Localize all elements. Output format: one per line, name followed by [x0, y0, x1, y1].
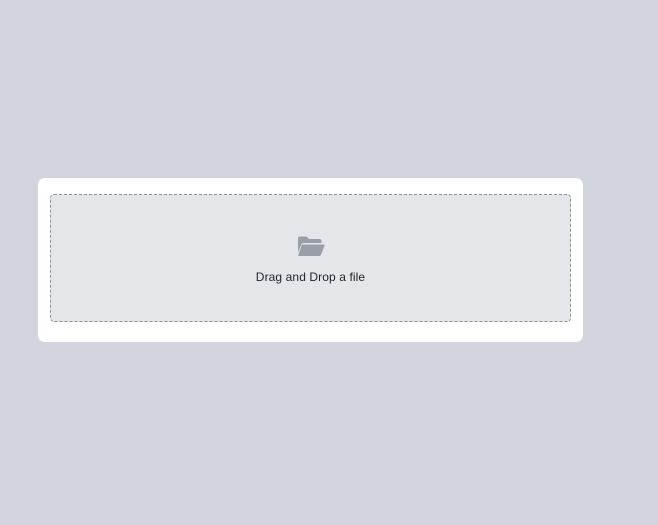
file-dropzone[interactable]: Drag and Drop a file — [50, 194, 571, 322]
dropzone-label: Drag and Drop a file — [255, 269, 366, 284]
upload-card: Drag and Drop a file — [38, 178, 583, 342]
open-folder-icon — [297, 236, 325, 256]
